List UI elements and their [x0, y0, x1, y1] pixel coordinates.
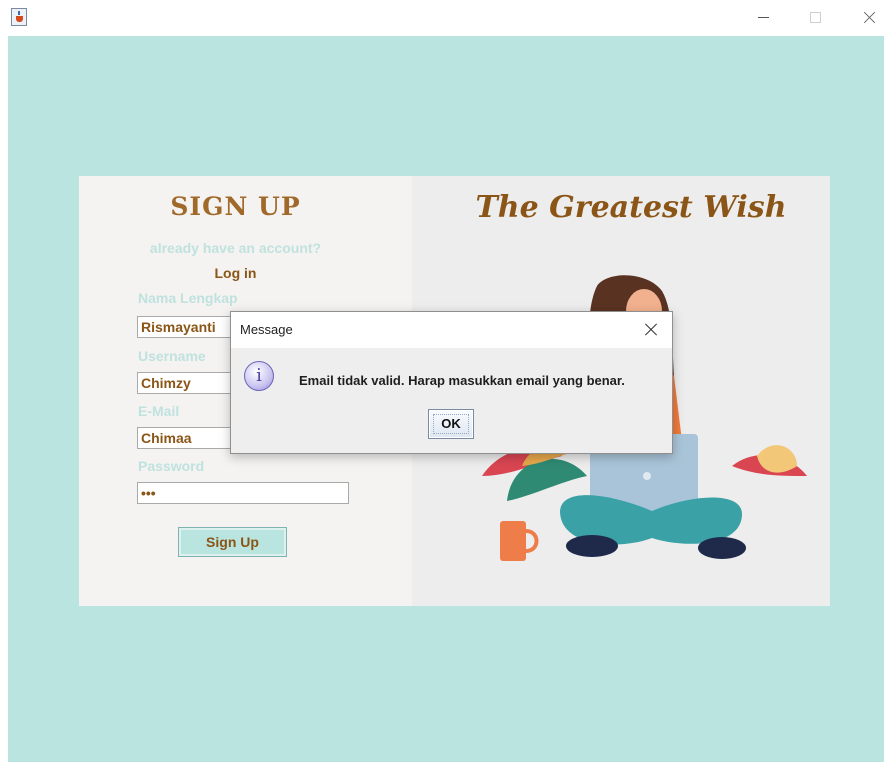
minimize-icon[interactable] [748, 0, 778, 36]
signup-heading: SIGN UP [170, 192, 301, 221]
dialog-title: Message [240, 322, 293, 337]
dialog-close-icon[interactable] [641, 320, 661, 340]
password-field[interactable] [137, 482, 349, 504]
maximize-icon[interactable] [800, 0, 830, 36]
message-dialog: Message i Email tidak valid. Harap masuk… [230, 311, 673, 454]
login-link[interactable]: Log in [79, 265, 392, 281]
account-hint-text: already have an account? [149, 240, 322, 256]
close-icon[interactable] [854, 0, 884, 36]
java-app-icon [11, 8, 27, 26]
full-name-label: Nama Lengkap [138, 290, 238, 306]
window-titlebar [0, 0, 892, 36]
dialog-message: Email tidak valid. Harap masukkan email … [299, 373, 625, 388]
info-icon: i [244, 361, 274, 391]
password-label: Password [138, 458, 205, 474]
email-label: E-Mail [138, 403, 180, 419]
username-label: Username [138, 348, 206, 364]
dialog-titlebar: Message [231, 312, 672, 348]
ok-button[interactable]: OK [428, 409, 474, 439]
sign-up-button[interactable]: Sign Up [178, 527, 287, 557]
